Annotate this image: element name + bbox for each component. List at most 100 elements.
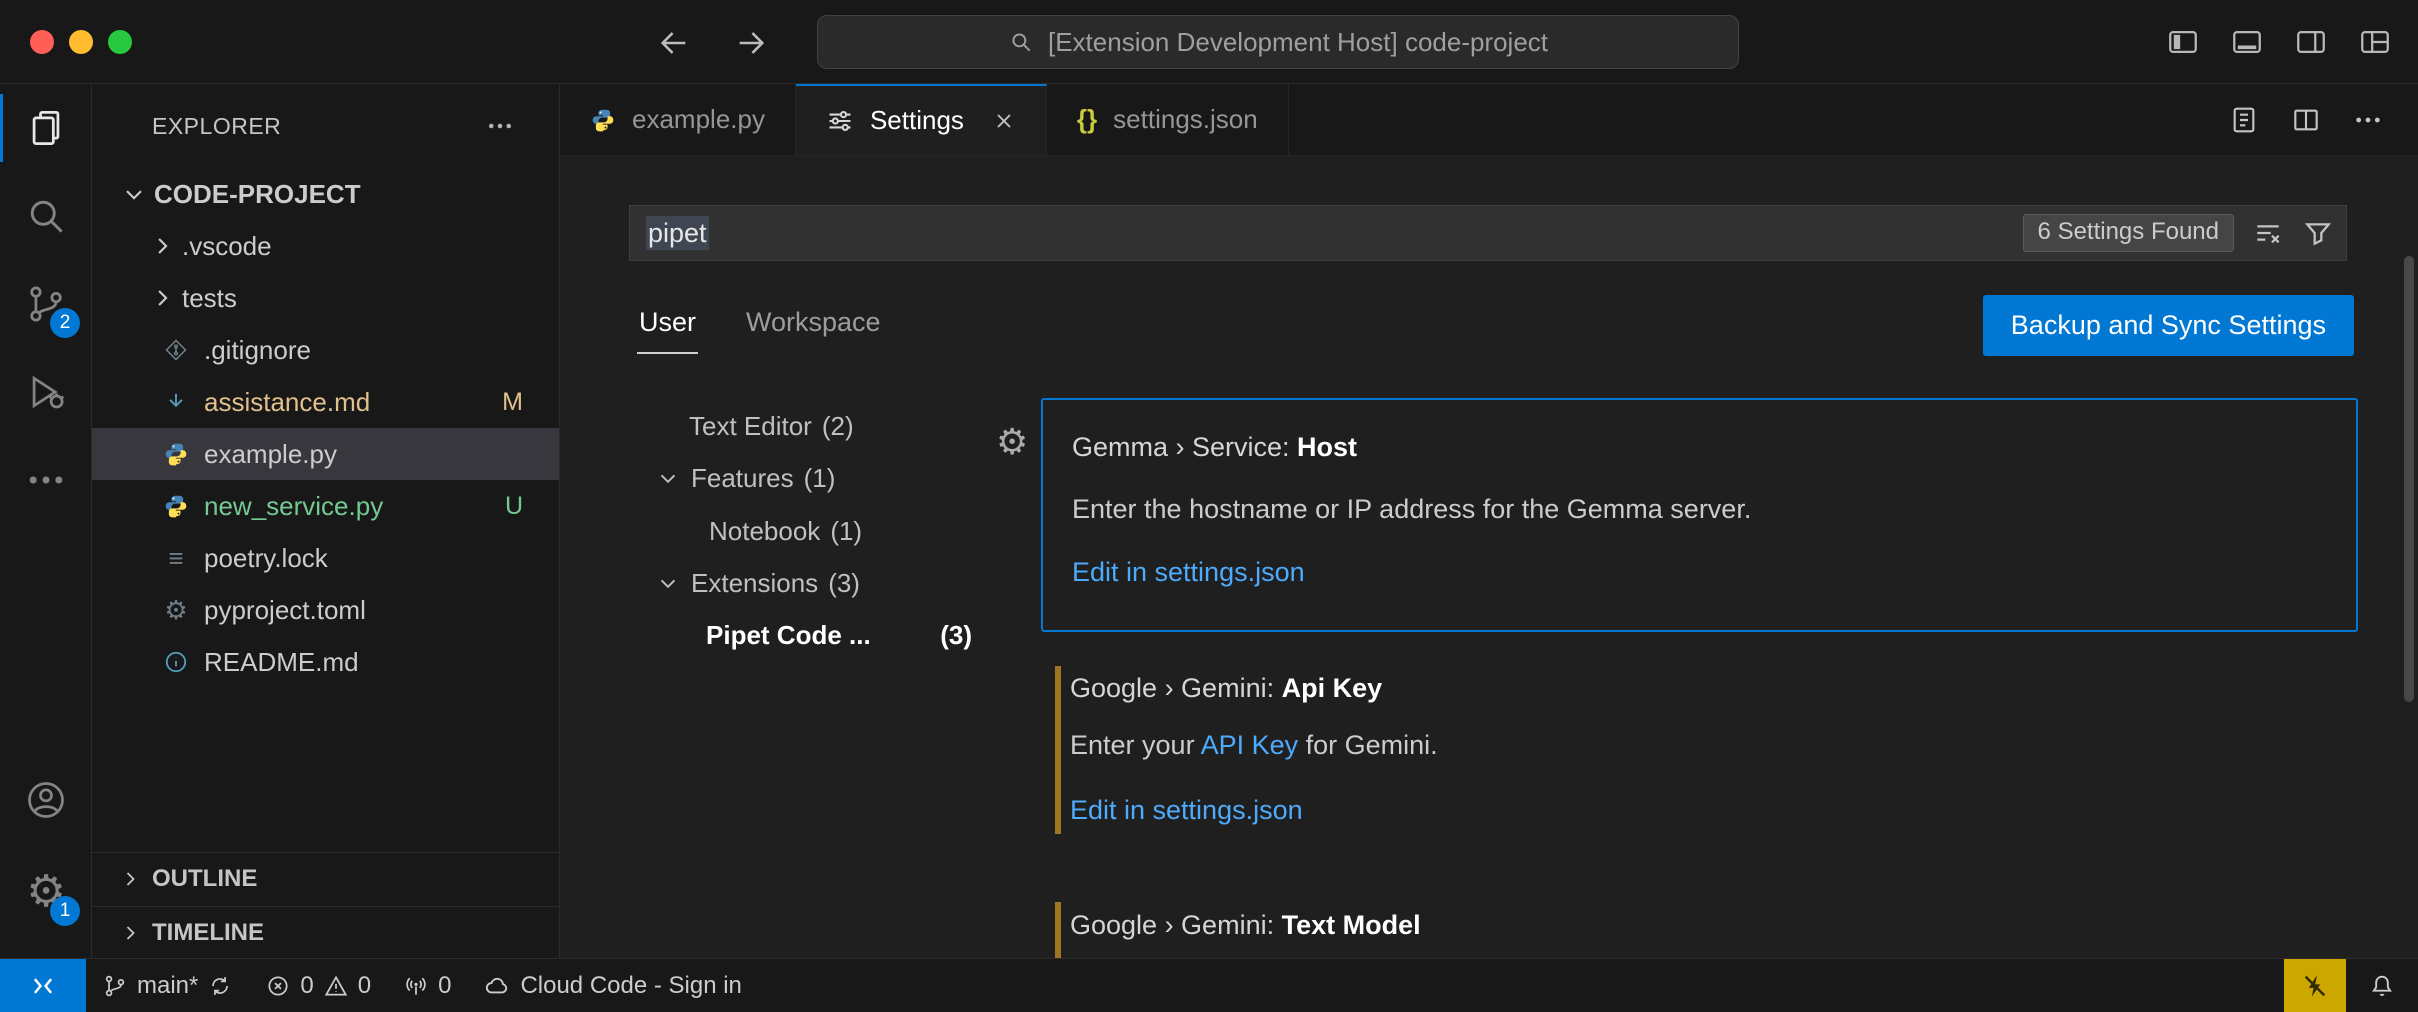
outline-section-header[interactable]: OUTLINE bbox=[92, 852, 559, 904]
activity-explorer[interactable] bbox=[0, 84, 92, 172]
edit-in-settings-json-link[interactable]: Edit in settings.json bbox=[1070, 795, 1303, 825]
tree-item-new-service-py[interactable]: new_service.py U bbox=[92, 480, 559, 532]
setting-row-gear-icon[interactable]: ⚙ bbox=[996, 424, 1028, 460]
ports-count: 0 bbox=[438, 972, 451, 1000]
settings-badge: 1 bbox=[50, 896, 80, 926]
toc-label: Notebook bbox=[709, 516, 820, 547]
toc-label: Text Editor bbox=[689, 411, 812, 442]
tree-item-assistance-md[interactable]: assistance.md M bbox=[92, 376, 559, 428]
tree-item-label: .vscode bbox=[182, 231, 272, 262]
tree-item-tests[interactable]: tests bbox=[92, 272, 559, 324]
tab-settings-json[interactable]: {} settings.json bbox=[1047, 84, 1289, 155]
error-count: 0 bbox=[300, 972, 313, 1000]
modified-indicator bbox=[1055, 666, 1061, 834]
scope-tab-user[interactable]: User bbox=[637, 299, 698, 354]
ports-item[interactable]: 0 bbox=[387, 959, 467, 1012]
settings-search-input[interactable]: pipet 6 Settings Found bbox=[629, 205, 2347, 261]
search-controls: 6 Settings Found bbox=[2023, 214, 2334, 252]
toggle-secondary-sidebar-icon[interactable] bbox=[2294, 25, 2328, 59]
description-text: for Gemini. bbox=[1298, 730, 1438, 760]
activity-bar: 2 ⚙ 1 bbox=[0, 84, 92, 958]
tree-item-label: assistance.md bbox=[204, 387, 370, 418]
activity-run-debug[interactable] bbox=[0, 348, 92, 436]
setting-row-gemma-service-host[interactable]: Gemma › Service: Host Enter the hostname… bbox=[1041, 398, 2358, 632]
more-actions-icon[interactable] bbox=[2352, 104, 2384, 136]
search-icon bbox=[1008, 29, 1034, 55]
minimize-window-button[interactable] bbox=[69, 30, 93, 54]
toc-label: Pipet Code ... bbox=[706, 620, 871, 651]
backup-sync-settings-button[interactable]: Backup and Sync Settings bbox=[1983, 295, 2354, 356]
arrow-left-icon bbox=[657, 26, 691, 60]
toggle-primary-sidebar-icon[interactable] bbox=[2166, 25, 2200, 59]
split-editor-icon[interactable] bbox=[2290, 104, 2322, 136]
tree-item-poetry-lock[interactable]: ≡ poetry.lock bbox=[92, 532, 559, 584]
tree-item-vscode[interactable]: .vscode bbox=[92, 220, 559, 272]
navigate-back-button[interactable] bbox=[655, 24, 693, 62]
toc-pipet-code[interactable]: Pipet Code ... (3) bbox=[706, 609, 972, 661]
remote-indicator[interactable] bbox=[0, 959, 86, 1012]
setting-description: Enter the hostname or IP address for the… bbox=[1072, 490, 1751, 528]
toggle-panel-icon[interactable] bbox=[2230, 25, 2264, 59]
scrollbar[interactable] bbox=[2404, 256, 2414, 702]
chevron-down-icon bbox=[655, 465, 681, 491]
command-center[interactable]: [Extension Development Host] code-projec… bbox=[817, 15, 1739, 69]
activity-settings[interactable]: ⚙ 1 bbox=[0, 848, 92, 936]
setting-description: Enter your API Key for Gemini. bbox=[1070, 726, 1438, 764]
chevron-right-icon bbox=[148, 284, 176, 312]
timeline-section-header[interactable]: TIMELINE bbox=[92, 906, 559, 958]
explorer-more-actions-icon[interactable] bbox=[485, 111, 515, 141]
toc-extensions[interactable]: Extensions (3) bbox=[655, 557, 860, 609]
extensions-disabled-indicator[interactable] bbox=[2284, 959, 2346, 1012]
tree-item-gitignore[interactable]: .gitignore bbox=[92, 324, 559, 376]
toc-features[interactable]: Features (1) bbox=[655, 452, 835, 504]
problems-item[interactable]: 0 0 bbox=[249, 959, 387, 1012]
open-settings-json-icon[interactable] bbox=[2228, 104, 2260, 136]
tab-settings[interactable]: Settings bbox=[796, 84, 1047, 155]
setting-category: Google › Gemini: bbox=[1070, 910, 1282, 940]
setting-row-gemini-api-key[interactable]: Google › Gemini: Api Key Enter your API … bbox=[1055, 660, 2358, 840]
activity-search[interactable] bbox=[0, 172, 92, 260]
api-key-link[interactable]: API Key bbox=[1201, 730, 1299, 760]
edit-in-settings-json-link[interactable]: Edit in settings.json bbox=[1072, 557, 1305, 587]
remote-icon bbox=[28, 971, 58, 1001]
editor-actions bbox=[2228, 84, 2418, 155]
python-file-icon bbox=[163, 493, 189, 519]
chevron-down-icon bbox=[655, 570, 681, 596]
branch-item[interactable]: main* bbox=[86, 959, 249, 1012]
activity-accounts[interactable] bbox=[0, 756, 92, 844]
zoom-window-button[interactable] bbox=[108, 30, 132, 54]
close-window-button[interactable] bbox=[30, 30, 54, 54]
lock-file-icon: ≡ bbox=[168, 545, 183, 571]
tree-item-readme-md[interactable]: README.md bbox=[92, 636, 559, 688]
activity-more[interactable] bbox=[0, 436, 92, 524]
notifications-bell[interactable] bbox=[2346, 959, 2418, 1012]
setting-title: Google › Gemini: Text Model bbox=[1070, 906, 1421, 944]
clear-search-icon[interactable] bbox=[2252, 217, 2284, 249]
toc-count: (1) bbox=[804, 463, 836, 494]
tree-root-code-project[interactable]: CODE-PROJECT bbox=[92, 168, 559, 220]
radio-tower-icon bbox=[403, 973, 429, 999]
sync-icon bbox=[207, 973, 233, 999]
setting-row-gemini-text-model[interactable]: Google › Gemini: Text Model bbox=[1055, 902, 2358, 958]
json-file-icon: {} bbox=[1077, 104, 1097, 135]
navigate-forward-button[interactable] bbox=[732, 24, 770, 62]
tree-item-pyproject-toml[interactable]: ⚙ pyproject.toml bbox=[92, 584, 559, 636]
activity-source-control[interactable]: 2 bbox=[0, 260, 92, 348]
cloud-code-item[interactable]: Cloud Code - Sign in bbox=[467, 959, 757, 1012]
tree-item-label: example.py bbox=[204, 439, 337, 470]
branch-label: main* bbox=[137, 972, 198, 1000]
tab-example-py[interactable]: example.py bbox=[560, 84, 796, 155]
toc-text-editor[interactable]: Text Editor (2) bbox=[689, 400, 854, 452]
scope-tab-workspace[interactable]: Workspace bbox=[744, 299, 883, 354]
close-tab-icon[interactable] bbox=[992, 109, 1016, 133]
bell-icon bbox=[2368, 972, 2396, 1000]
tree-item-label: new_service.py bbox=[204, 491, 383, 522]
toc-notebook[interactable]: Notebook (1) bbox=[709, 505, 862, 557]
explorer-sidebar: EXPLORER CODE-PROJECT .vscode tests .git… bbox=[92, 84, 560, 958]
filter-icon[interactable] bbox=[2302, 217, 2334, 249]
settings-scope-tabs: User Workspace bbox=[637, 299, 883, 354]
tree-item-label: poetry.lock bbox=[204, 543, 328, 574]
settings-editor: pipet 6 Settings Found User Workspace Ba… bbox=[560, 156, 2418, 958]
customize-layout-icon[interactable] bbox=[2358, 25, 2392, 59]
tree-item-example-py[interactable]: example.py bbox=[92, 428, 559, 480]
